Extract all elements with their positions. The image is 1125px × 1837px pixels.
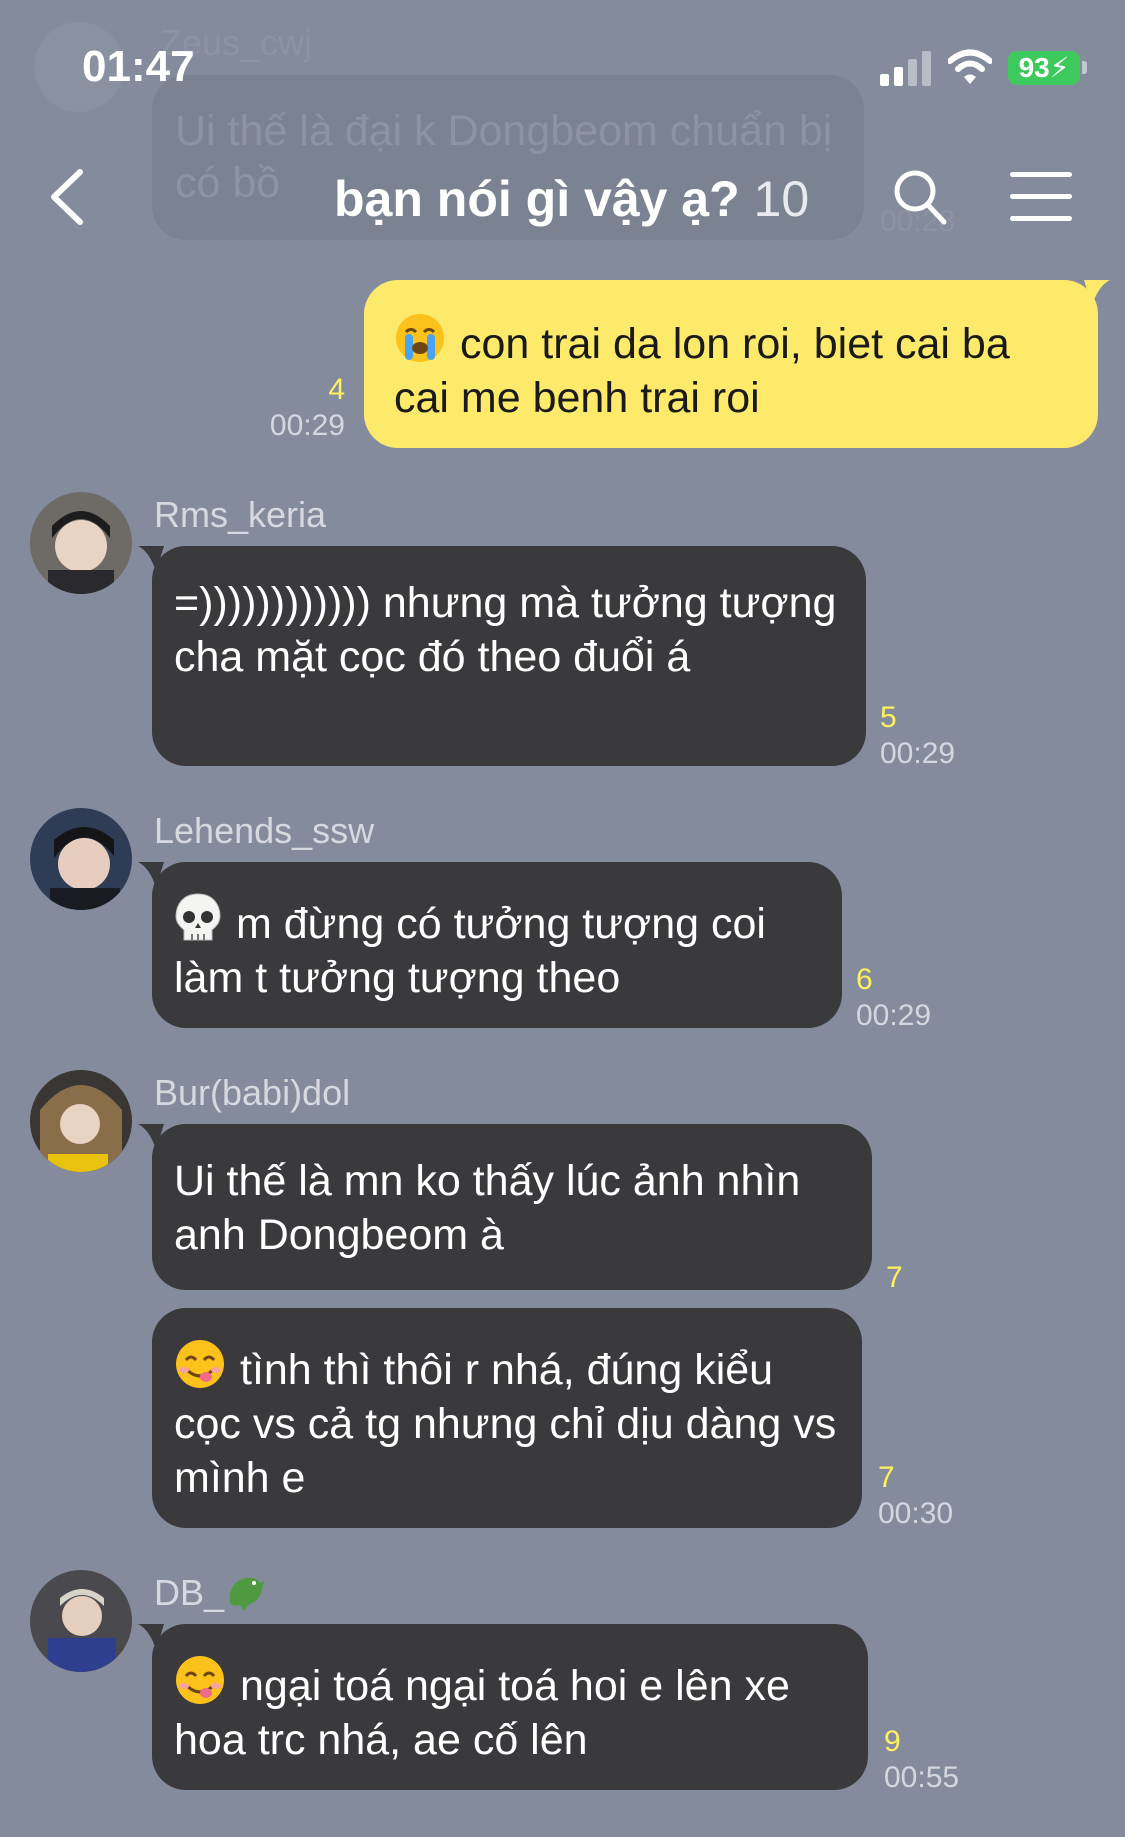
- sender-name-text: DB_: [154, 1572, 225, 1613]
- message-time: 00:29: [880, 737, 956, 770]
- avatar[interactable]: [30, 1570, 132, 1672]
- wifi-icon: [948, 49, 992, 84]
- bubble-tail: [1084, 280, 1110, 306]
- message-bubble[interactable]: m đừng có tưởng tượng coi làm t tưởng tư…: [152, 862, 842, 1028]
- yum-face-icon: [176, 1340, 224, 1388]
- yum-face-icon: [176, 1656, 224, 1704]
- loudly-crying-face-icon: [396, 314, 444, 362]
- cellular-signal-icon: [880, 50, 936, 86]
- message-text: tình thì thôi r nhá, đúng kiểu cọc vs cả…: [174, 1346, 837, 1502]
- chat-title-text: bạn nói gì vậy ạ?: [334, 171, 740, 227]
- message-meta: 7: [886, 1260, 903, 1296]
- message-text: =)))))))))))) nhưng mà tưởng tượng cha m…: [174, 579, 837, 681]
- message-text: Ui thế là mn ko thấy lúc ảnh nhìn anh Do…: [174, 1157, 801, 1259]
- message-bubble[interactable]: Ui thế là mn ko thấy lúc ảnh nhìn anh Do…: [152, 1124, 872, 1290]
- sender-name: Bur(babi)dol: [154, 1072, 351, 1113]
- message-time: 00:30: [878, 1497, 954, 1530]
- message-time: 00:29: [269, 409, 345, 442]
- back-chevron-icon[interactable]: [46, 168, 86, 226]
- message-meta: 4 00:29: [260, 372, 345, 444]
- unread-count: 9: [884, 1725, 901, 1758]
- unread-count: 7: [886, 1261, 903, 1294]
- message-bubble[interactable]: =)))))))))))) nhưng mà tưởng tượng cha m…: [152, 546, 866, 766]
- message-text: ngại toá ngại toá hoi e lên xe hoa trc n…: [174, 1662, 790, 1764]
- skull-icon: [175, 893, 221, 941]
- sender-name: Lehends_ssw: [154, 810, 375, 851]
- search-icon[interactable]: [892, 168, 948, 226]
- avatar[interactable]: [30, 1070, 132, 1172]
- message-time: 00:55: [884, 1761, 960, 1794]
- message-meta: 9 00:55: [884, 1724, 959, 1796]
- unread-count: 7: [878, 1461, 895, 1494]
- message-meta: 7 00:30: [878, 1460, 953, 1532]
- message-time: 00:29: [856, 999, 932, 1032]
- crocodile-icon: [229, 1577, 265, 1611]
- sender-name: DB_: [154, 1572, 268, 1614]
- own-message-bubble[interactable]: con trai da lon roi, biet cai ba cai me …: [364, 280, 1098, 448]
- status-time: 01:47: [82, 42, 195, 91]
- message-bubble[interactable]: tình thì thôi r nhá, đúng kiểu cọc vs cả…: [152, 1308, 862, 1528]
- message-text: con trai da lon roi, biet cai ba cai me …: [394, 320, 1010, 422]
- unread-count: 4: [328, 373, 345, 406]
- unread-count: 5: [880, 701, 897, 734]
- battery-level: 93: [1018, 52, 1050, 83]
- message-text: m đừng có tưởng tượng coi làm t tưởng tư…: [174, 900, 766, 1002]
- sender-name: Rms_keria: [154, 494, 327, 535]
- battery-indicator: 93⚡: [1008, 51, 1080, 85]
- charging-bolt-icon: ⚡: [1049, 52, 1070, 83]
- avatar[interactable]: [30, 808, 132, 910]
- chat-title[interactable]: bạn nói gì vậy ạ? 10: [334, 170, 809, 228]
- unread-count: 6: [856, 963, 873, 996]
- message-meta: 5 00:29: [880, 700, 955, 772]
- member-count: 10: [753, 171, 810, 227]
- avatar[interactable]: [30, 492, 132, 594]
- message-meta: 6 00:29: [856, 962, 931, 1034]
- battery-nub: [1082, 61, 1087, 74]
- hamburger-menu-icon[interactable]: [1010, 172, 1072, 222]
- message-bubble[interactable]: ngại toá ngại toá hoi e lên xe hoa trc n…: [152, 1624, 868, 1790]
